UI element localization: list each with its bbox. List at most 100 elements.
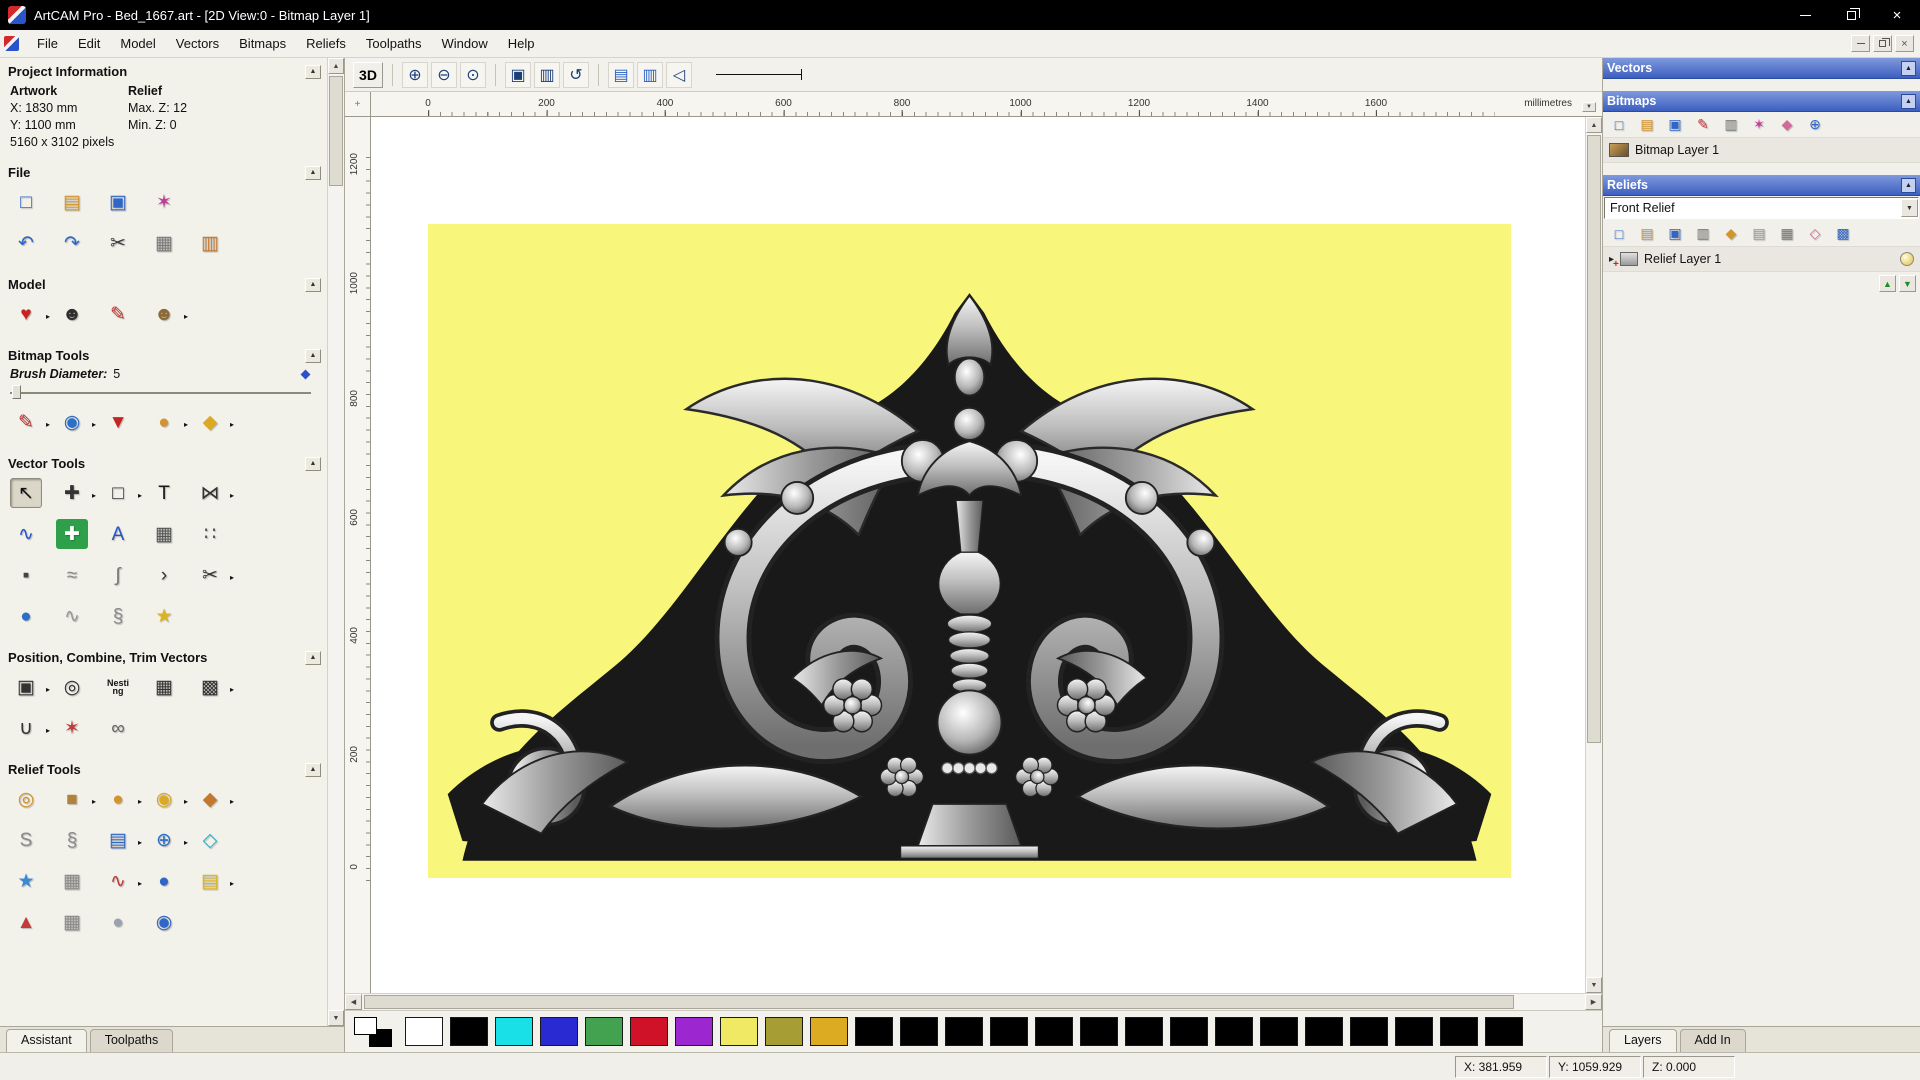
- palette-swatch[interactable]: [1215, 1017, 1253, 1046]
- nesting-tool[interactable]: Nesting: [102, 672, 134, 702]
- mdi-minimize-button[interactable]: [1851, 35, 1870, 52]
- palette-swatch[interactable]: [675, 1017, 713, 1046]
- flyout-caret-icon[interactable]: ▸: [230, 491, 234, 500]
- scrollbar-track[interactable]: [362, 994, 1585, 1010]
- move-layer-up-button[interactable]: ▲: [1879, 275, 1896, 292]
- paint-selective-tool[interactable]: ◉ ▸: [56, 407, 96, 437]
- palette-swatch[interactable]: [1170, 1017, 1208, 1046]
- dome-tool[interactable]: ●: [148, 866, 180, 896]
- collapse-button[interactable]: ▲: [305, 650, 321, 665]
- zoom-out-button[interactable]: ⊖: [431, 61, 457, 88]
- open-relief-layer-button[interactable]: ▤: [1635, 223, 1659, 245]
- minimize-button[interactable]: [1782, 0, 1828, 30]
- palette-swatch[interactable]: [630, 1017, 668, 1046]
- palette-swatch[interactable]: [720, 1017, 758, 1046]
- primary-colour-swatch[interactable]: [354, 1016, 377, 1035]
- palette-swatch[interactable]: [495, 1017, 533, 1046]
- spin-relief-tool[interactable]: S: [10, 825, 42, 855]
- palette-swatch[interactable]: [810, 1017, 848, 1046]
- scroll-left-button[interactable]: ◀: [345, 994, 362, 1010]
- flyout-caret-icon[interactable]: ▸: [230, 420, 234, 429]
- relief-select[interactable]: Front Relief ▼: [1604, 197, 1919, 219]
- flyout-caret-icon[interactable]: ▸: [230, 879, 234, 888]
- primary-secondary-colour[interactable]: [353, 1015, 395, 1049]
- model-notes-button[interactable]: ✶: [148, 187, 180, 217]
- flyout-caret-icon[interactable]: ▸: [230, 573, 234, 582]
- menu-item[interactable]: Reliefs: [296, 32, 356, 55]
- colour-picker-tool[interactable]: ▼: [102, 407, 134, 437]
- new-relief-layer-button[interactable]: □: [1607, 223, 1631, 245]
- flyout-caret-icon[interactable]: ▸: [138, 491, 142, 500]
- mesh-relief-tool[interactable]: ▦: [56, 907, 88, 937]
- flyout-caret-icon[interactable]: ▸: [184, 420, 188, 429]
- restore-button[interactable]: [1828, 0, 1874, 30]
- vector-doctor-tool[interactable]: ◎: [56, 672, 88, 702]
- calculate-relief-button[interactable]: ▦: [1775, 223, 1799, 245]
- zoom-window-button[interactable]: ⊙: [460, 61, 486, 88]
- paste-button[interactable]: ▥: [194, 228, 226, 258]
- scrollbar-thumb[interactable]: [329, 76, 343, 186]
- flyout-caret-icon[interactable]: ▸: [184, 312, 188, 321]
- slider-handle[interactable]: [12, 385, 21, 399]
- paint-tool[interactable]: ✎ ▸: [10, 407, 50, 437]
- menu-item[interactable]: File: [27, 32, 68, 55]
- create-rectangle-tool[interactable]: □ ▸: [102, 478, 142, 508]
- new-model-button[interactable]: □: [10, 187, 42, 217]
- menu-item[interactable]: Help: [498, 32, 545, 55]
- brush-preset-icon[interactable]: [300, 369, 311, 379]
- create-star-tool[interactable]: ★: [148, 601, 180, 631]
- paste-relief-button[interactable]: ▥: [1691, 223, 1715, 245]
- layer-visibility-icon[interactable]: [1900, 252, 1914, 266]
- free-curve-tool[interactable]: ≈: [56, 560, 88, 590]
- bitmap-from-relief-tool[interactable]: ☻ ▸: [148, 299, 188, 329]
- create-text-tool[interactable]: T: [148, 478, 180, 508]
- palette-swatch[interactable]: [900, 1017, 938, 1046]
- palette-swatch[interactable]: [945, 1017, 983, 1046]
- colour-reduction-button[interactable]: ✶: [1747, 114, 1771, 136]
- menu-item[interactable]: Model: [110, 32, 165, 55]
- flyout-caret-icon[interactable]: ▸: [138, 838, 142, 847]
- relief-select-dropdown-icon[interactable]: ▼: [1901, 199, 1918, 217]
- zoom-objects-button[interactable]: ◁: [666, 61, 692, 88]
- canvas-2d-view[interactable]: [371, 117, 1585, 993]
- bitmap-to-vector-tool[interactable]: A: [102, 519, 134, 549]
- scroll-down-button[interactable]: ▼: [1586, 977, 1602, 993]
- smooth-relief-tool[interactable]: ◎: [10, 784, 42, 814]
- guides-toggle[interactable]: ▥: [637, 61, 663, 88]
- flyout-caret-icon[interactable]: ▸: [46, 312, 50, 321]
- paint-on-layer-button[interactable]: ✎: [1691, 114, 1715, 136]
- blue-relief-tool[interactable]: ◉: [148, 907, 180, 937]
- scrollbar-track[interactable]: [1586, 133, 1602, 977]
- gold-relief-button[interactable]: ◆: [1719, 223, 1743, 245]
- menu-item[interactable]: Bitmaps: [229, 32, 296, 55]
- collapse-button[interactable]: ▲: [305, 762, 321, 777]
- close-button[interactable]: ×: [1874, 0, 1920, 30]
- merge-layers-button[interactable]: ▥: [1719, 114, 1743, 136]
- palette-tool[interactable]: ● ▸: [148, 407, 188, 437]
- scrollbar-thumb[interactable]: [364, 995, 1514, 1009]
- collapse-button[interactable]: ▲: [305, 456, 321, 471]
- curve-nodes-tool[interactable]: ∫: [102, 560, 134, 590]
- trim-overlap-tool[interactable]: ✶: [56, 713, 88, 743]
- delete-relief-layer-button[interactable]: ◇: [1803, 223, 1827, 245]
- undo-button[interactable]: ↶: [10, 228, 42, 258]
- collapse-button[interactable]: ▲: [305, 348, 321, 363]
- canvas-vertical-scrollbar[interactable]: ▲ ▼: [1585, 117, 1602, 993]
- extrude-tool[interactable]: ◆ ▸: [194, 784, 234, 814]
- move-layer-down-button[interactable]: ▼: [1899, 275, 1916, 292]
- collapse-button[interactable]: ▲: [305, 165, 321, 180]
- palette-swatch[interactable]: [1305, 1017, 1343, 1046]
- flyout-caret-icon[interactable]: ▸: [46, 726, 50, 735]
- canvas-horizontal-scrollbar[interactable]: ◀ ▶: [345, 993, 1602, 1010]
- save-model-button[interactable]: ▣: [102, 187, 134, 217]
- palette-swatch[interactable]: [405, 1017, 443, 1046]
- menu-item[interactable]: Edit: [68, 32, 110, 55]
- mdi-restore-button[interactable]: [1873, 35, 1892, 52]
- zoom-previous-button[interactable]: ↺: [563, 61, 589, 88]
- palette-swatch[interactable]: [1485, 1017, 1523, 1046]
- relief-clipart-tool[interactable]: ■ ▸: [56, 784, 96, 814]
- open-model-button[interactable]: ▤: [56, 187, 88, 217]
- face-wizard-tool[interactable]: ▤ ▸: [102, 825, 142, 855]
- adjust-lighting-tool[interactable]: ♥ ▸: [10, 299, 50, 329]
- palette-swatch[interactable]: [585, 1017, 623, 1046]
